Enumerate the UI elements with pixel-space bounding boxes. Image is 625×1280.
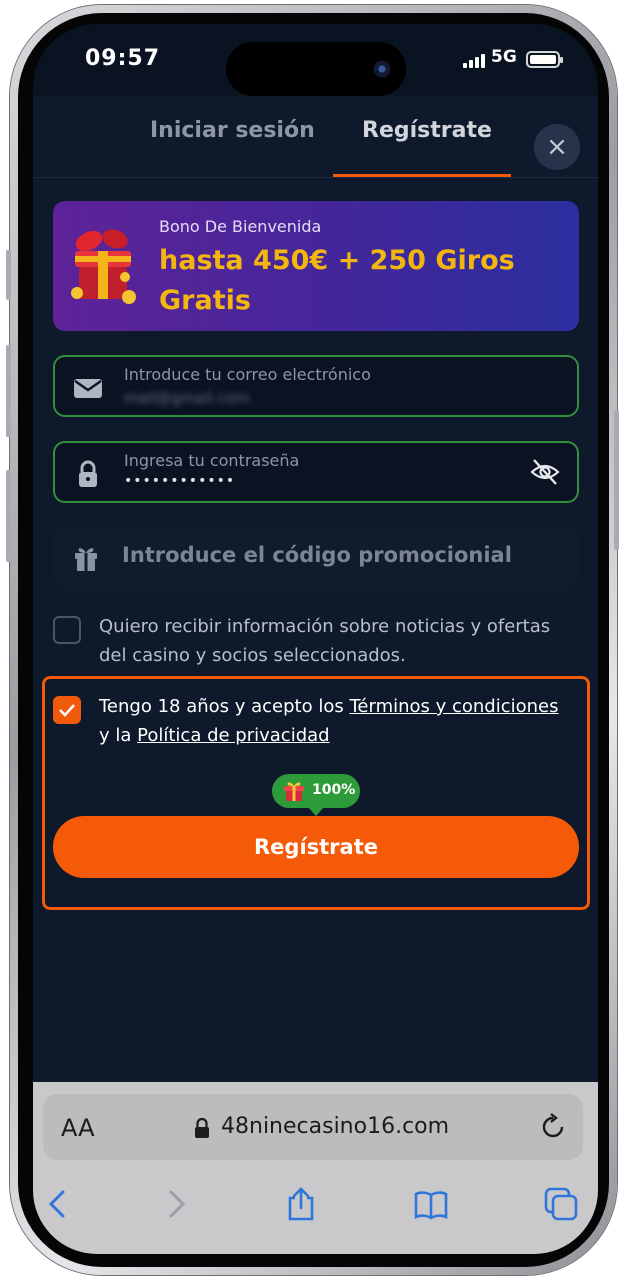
eye-off-icon[interactable] [529,457,561,487]
power-button [614,410,619,550]
browser-toolbar: AA 48ninecasino16.com [33,1082,598,1254]
gift-box-icon [71,229,136,304]
bonus-percentage: 100% [312,782,356,798]
promo-title: hasta 450€ + 250 Giros Gratis [159,245,515,316]
welcome-bonus-banner: Bono De Bienvenida hasta 450€ + 250 Giro… [53,201,579,331]
status-bar: 09:57 5G [33,24,598,96]
signal-icon [463,54,485,68]
email-value: mail@gmail.com [124,389,250,407]
network-label: 5G [491,47,517,67]
terms-checkbox[interactable] [53,696,81,724]
newsletter-checkbox[interactable] [53,616,81,644]
password-label: Ingresa tu contraseña [124,451,300,470]
password-value: •••••••••••• [124,473,236,489]
promo-code-field[interactable]: Introduce el código promocionial [53,527,579,589]
url-text: 48ninecasino16.com [221,1114,450,1139]
reload-icon[interactable] [538,1112,568,1142]
close-button[interactable]: × [534,124,580,170]
silent-switch [6,250,11,300]
gift-icon [75,548,97,571]
promo-code-placeholder: Introduce el código promocionial [122,543,512,567]
promo-subtitle: Bono De Bienvenida [159,217,322,236]
terms-link[interactable]: Términos y condiciones [349,696,558,717]
share-icon[interactable] [283,1186,319,1222]
email-field[interactable]: Introduce tu correo electrónico mail@gma… [53,355,579,417]
volume-down-button [6,470,11,562]
volume-up-button [6,345,11,437]
terms-text: Tengo 18 años y acepto los Términos y co… [99,692,569,750]
email-label: Introduce tu correo electrónico [124,365,371,384]
lock-icon [79,460,97,487]
register-button[interactable]: Regístrate [53,816,579,878]
terms-consent: Tengo 18 años y acepto los Términos y co… [53,692,579,752]
privacy-link[interactable]: Política de privacidad [137,725,329,746]
tab-register[interactable]: Regístrate [362,118,492,143]
newsletter-text: Quiero recibir información sobre noticia… [99,616,551,666]
tabs-icon[interactable] [543,1186,579,1222]
active-tab-indicator [333,174,511,177]
gift-icon [284,782,304,801]
status-time: 09:57 [85,46,161,71]
address-bar[interactable]: AA 48ninecasino16.com [43,1094,583,1160]
terms-text-before: Tengo 18 años y acepto los [99,696,350,717]
back-icon[interactable] [41,1186,77,1222]
tab-login[interactable]: Iniciar sesión [150,118,315,143]
camera-icon [370,57,394,81]
envelope-icon [74,379,102,398]
screen: 09:57 5G Iniciar sesión Regístrate × Bon… [33,24,598,1254]
bonus-badge: 100% [272,774,360,816]
dynamic-island [226,42,406,96]
password-field[interactable]: Ingresa tu contraseña •••••••••••• [53,441,579,503]
checkmark-icon [59,704,75,717]
lock-icon [195,1117,209,1138]
auth-tabs: Iniciar sesión Regístrate × [33,96,598,178]
battery-icon [526,51,563,68]
close-icon: × [546,132,568,162]
forward-icon[interactable] [157,1186,193,1222]
newsletter-consent: Quiero recibir información sobre noticia… [53,612,579,672]
text-size-button[interactable]: AA [61,1114,95,1142]
bookmarks-icon[interactable] [413,1186,449,1222]
terms-text-middle: y la [99,725,138,746]
